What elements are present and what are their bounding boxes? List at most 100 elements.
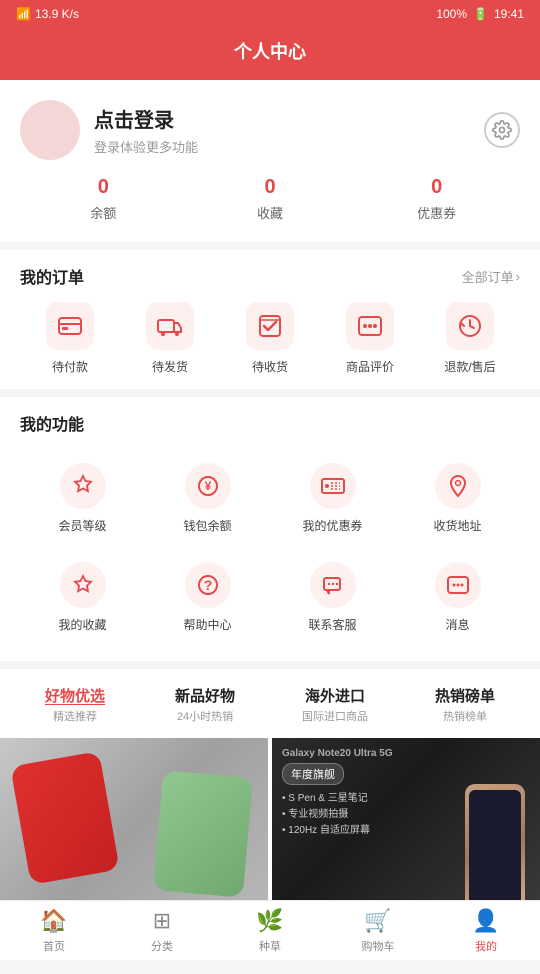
home-icon: 🏠: [40, 908, 67, 934]
feature-service[interactable]: 联系客服: [270, 548, 395, 647]
divider-2: [0, 389, 540, 397]
cat-tab-bestseller-title: 热销磅单: [400, 685, 530, 706]
coupons-label: 我的优惠券: [302, 517, 362, 534]
product-grid: Galaxy Note20 Ultra 5G 年度旗舰 • S Pen & 三星…: [0, 734, 540, 914]
divider-1: [0, 242, 540, 250]
order-refund-label: 退款/售后: [444, 358, 495, 375]
cat-tab-new-sub: 24小时热销: [140, 708, 270, 724]
phone-red: [10, 751, 119, 885]
product-image-phones[interactable]: [0, 738, 268, 914]
view-all-orders[interactable]: 全部订单 ›: [462, 267, 520, 286]
order-pending-receipt[interactable]: 待收货: [220, 302, 320, 375]
profile-info: 点击登录 登录体验更多功能: [94, 104, 198, 156]
service-icon-wrap: [310, 562, 356, 608]
samsung-feature-3: • 120Hz 自适应屏幕: [282, 823, 393, 839]
feature-wallet[interactable]: ¥ 钱包余额: [145, 449, 270, 548]
nav-home[interactable]: 🏠 首页: [0, 901, 108, 960]
cat-tab-bestseller[interactable]: 热销磅单 热销榜单: [400, 681, 530, 728]
feature-messages[interactable]: 消息: [395, 548, 520, 647]
cat-tab-imported-sub: 国际进口商品: [270, 708, 400, 724]
address-icon-wrap: [435, 463, 481, 509]
samsung-display: Galaxy Note20 Ultra 5G 年度旗舰 • S Pen & 三星…: [272, 738, 540, 914]
stat-favorites-value: 0: [187, 176, 354, 199]
cat-tab-imported-title: 海外进口: [270, 685, 400, 706]
page-header: 个人中心: [0, 28, 540, 80]
cart-icon: 🛒: [364, 908, 391, 934]
stat-balance[interactable]: 0 余额: [20, 176, 187, 222]
order-pending-delivery-icon-wrap: [146, 302, 194, 350]
address-label: 收货地址: [433, 517, 481, 534]
features-title: 我的功能: [20, 411, 84, 435]
profile-top: 点击登录 登录体验更多功能: [20, 100, 520, 160]
nav-cart[interactable]: 🛒 购物车: [324, 901, 432, 960]
stats-row: 0 余额 0 收藏 0 优惠券: [20, 160, 520, 226]
messages-icon-wrap: [435, 562, 481, 608]
order-product-review[interactable]: 商品评价: [320, 302, 420, 375]
nav-mine[interactable]: 👤 我的: [432, 901, 540, 960]
nav-home-label: 首页: [43, 938, 65, 954]
bottom-nav: 🏠 首页 ⊞ 分类 🌿 种草 🛒 购物车 👤 我的: [0, 900, 540, 960]
order-product-review-label: 商品评价: [346, 358, 394, 375]
avatar[interactable]: [20, 100, 80, 160]
stat-coupons[interactable]: 0 优惠券: [353, 176, 520, 222]
order-pending-receipt-label: 待收货: [252, 358, 288, 375]
nav-mine-label: 我的: [475, 938, 497, 954]
speed-text: 13.9 K/s: [35, 7, 79, 21]
view-all-label: 全部订单: [462, 267, 514, 286]
cat-tab-new[interactable]: 新品好物 24小时热销: [140, 681, 270, 728]
orders-title: 我的订单: [20, 264, 84, 288]
phone-shape: [465, 784, 525, 914]
wallet-label: 钱包余额: [183, 517, 231, 534]
samsung-model: Galaxy Note20 Ultra 5G: [282, 748, 393, 759]
nav-category[interactable]: ⊞ 分类: [108, 901, 216, 960]
grass-icon: 🌿: [256, 908, 283, 934]
feature-coupons[interactable]: 我的优惠券: [270, 449, 395, 548]
time-text: 19:41: [494, 7, 524, 21]
profile-name: 点击登录: [94, 104, 198, 133]
signal-icon: 📶: [16, 7, 31, 21]
feature-member-level[interactable]: 会员等级: [20, 449, 145, 548]
coupons-icon-wrap: [310, 463, 356, 509]
order-product-review-icon-wrap: [346, 302, 394, 350]
nav-grass[interactable]: 🌿 种草: [216, 901, 324, 960]
order-pending-payment-label: 待付款: [52, 358, 88, 375]
cat-tab-selected-title: 好物优选: [10, 685, 140, 706]
feature-help[interactable]: ? 帮助中心: [145, 548, 270, 647]
page-title: 个人中心: [234, 42, 306, 62]
category-tabs: 好物优选 精选推荐 新品好物 24小时热销 海外进口 国际进口商品 热销磅单 热…: [0, 669, 540, 734]
messages-label: 消息: [445, 616, 469, 633]
member-level-label: 会员等级: [58, 517, 106, 534]
chevron-right-icon: ›: [516, 269, 520, 284]
features-section: 我的功能 会员等级 ¥ 钱包余额: [0, 397, 540, 661]
cat-tab-selected[interactable]: 好物优选 精选推荐: [10, 681, 140, 728]
feature-favorites[interactable]: 我的收藏: [20, 548, 145, 647]
stat-coupons-value: 0: [353, 176, 520, 199]
orders-header: 我的订单 全部订单 ›: [20, 264, 520, 288]
feature-address[interactable]: 收货地址: [395, 449, 520, 548]
profile-card: 点击登录 登录体验更多功能 0 余额 0 收藏 0: [0, 80, 540, 242]
cat-tab-imported[interactable]: 海外进口 国际进口商品: [270, 681, 400, 728]
profile-left[interactable]: 点击登录 登录体验更多功能: [20, 100, 198, 160]
order-pending-payment[interactable]: 待付款: [20, 302, 120, 375]
status-right: 100% 🔋 19:41: [436, 7, 524, 21]
product-image-samsung[interactable]: Galaxy Note20 Ultra 5G 年度旗舰 • S Pen & 三星…: [272, 738, 540, 914]
samsung-feature-1: • S Pen & 三星笔记: [282, 791, 393, 807]
feature-grid: 会员等级 ¥ 钱包余额: [20, 449, 520, 647]
stat-balance-value: 0: [20, 176, 187, 199]
samsung-feature-2: • 专业视频拍摄: [282, 807, 393, 823]
battery-icon: 🔋: [473, 7, 488, 21]
phone-display: [0, 738, 268, 914]
samsung-text-block: Galaxy Note20 Ultra 5G 年度旗舰 • S Pen & 三星…: [282, 748, 393, 839]
stat-favorites-label: 收藏: [187, 203, 354, 222]
stat-favorites[interactable]: 0 收藏: [187, 176, 354, 222]
settings-button[interactable]: [484, 112, 520, 148]
order-pending-delivery[interactable]: 待发货: [120, 302, 220, 375]
order-pending-delivery-label: 待发货: [152, 358, 188, 375]
samsung-features: • S Pen & 三星笔记 • 专业视频拍摄 • 120Hz 自适应屏幕: [282, 791, 393, 839]
order-refund[interactable]: 退款/售后: [420, 302, 520, 375]
favorites-icon-wrap: [60, 562, 106, 608]
features-header: 我的功能: [20, 411, 520, 435]
nav-grass-label: 种草: [259, 938, 281, 954]
phone-green: [153, 770, 253, 897]
svg-text:¥: ¥: [204, 479, 211, 493]
